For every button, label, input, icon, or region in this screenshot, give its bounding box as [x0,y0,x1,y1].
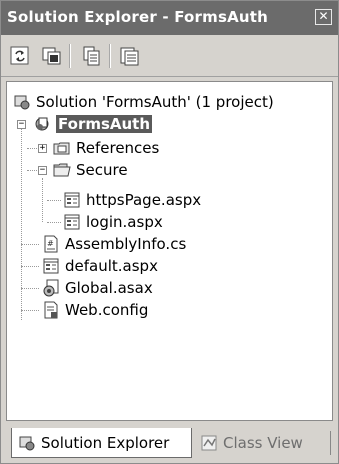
class-view-icon [201,435,217,451]
tree-item-https-page[interactable]: httpsPage.aspx [63,189,201,211]
solution-icon [19,436,35,450]
tree-item-global[interactable]: Global.asax [42,277,153,299]
tree-item-label: AssemblyInfo.cs [65,235,187,253]
tree-item-solution[interactable]: Solution 'FormsAuth' (1 project) [13,91,274,113]
tree-item-default[interactable]: default.aspx [42,255,158,277]
window-title: Solution Explorer - FormsAuth [7,8,269,26]
tree-line [21,288,39,289]
tree-item-label: Web.config [65,301,149,319]
tree-item-references[interactable]: References [53,137,159,159]
tree-item-login[interactable]: login.aspx [63,211,163,233]
open-folder-icon [53,163,71,177]
tree-item-label: FormsAuth [56,115,153,133]
tree-item-project[interactable]: FormsAuth [33,113,153,135]
tab-divider [330,431,331,455]
solution-tree[interactable]: − + − Solution 'FormsAuth' (1 project) F… [6,81,333,421]
config-file-icon [44,301,58,319]
aspx-page-icon [64,214,80,230]
tree-line [42,178,43,222]
references-folder-icon [53,142,70,155]
tab-label: Solution Explorer [41,433,170,452]
close-icon: ✕ [318,9,329,23]
show-all-files-button[interactable] [41,45,63,67]
tree-line [21,244,39,245]
aspx-page-icon [64,192,80,208]
properties-icon [83,46,100,66]
toolbar-separator [109,44,111,68]
tab-solution-explorer[interactable]: Solution Explorer [11,428,192,458]
copy-project-button[interactable] [119,45,141,67]
properties-button[interactable] [81,45,103,67]
tree-line [21,310,39,311]
refresh-icon [10,46,29,65]
collapse-secure-toggle[interactable]: − [38,166,47,175]
tab-class-view[interactable]: Class View [194,428,326,458]
svg-text:#: # [47,239,54,248]
tree-line [21,266,39,267]
tab-label: Class View [223,434,303,452]
toolbar-separator [69,44,71,68]
tree-item-label: httpsPage.aspx [86,191,202,209]
global-asax-icon [43,279,59,297]
close-button[interactable]: ✕ [315,9,332,25]
tree-item-assemblyinfo[interactable]: # AssemblyInfo.cs [42,233,186,255]
tree-item-label: Global.asax [65,279,153,297]
collapse-project-toggle[interactable]: − [17,120,26,129]
csharp-file-icon: # [44,235,58,253]
project-icon [35,117,49,131]
tree-item-secure-folder[interactable]: Secure [53,159,128,181]
show-all-files-icon [42,47,61,65]
tree-item-label: default.aspx [65,257,158,275]
toolbar [1,36,338,77]
solution-explorer-window: Solution Explorer - FormsAuth ✕ − + − So… [0,0,339,464]
solution-icon [14,95,30,110]
title-bar[interactable]: Solution Explorer - FormsAuth ✕ [1,1,338,35]
refresh-button[interactable] [9,45,31,67]
tree-line [47,222,61,223]
tree-item-label: login.aspx [86,213,163,231]
tree-item-webconfig[interactable]: Web.config [42,299,148,321]
copy-project-icon [120,47,139,66]
tree-line [21,124,22,320]
expand-references-toggle[interactable]: + [38,144,47,153]
aspx-page-icon [43,258,59,274]
tree-item-label: References [76,139,160,157]
tab-strip: Solution Explorer Class View [1,421,338,463]
tree-item-label: Solution 'FormsAuth' (1 project) [36,93,274,111]
tree-line [47,200,61,201]
tree-item-label: Secure [76,161,128,179]
